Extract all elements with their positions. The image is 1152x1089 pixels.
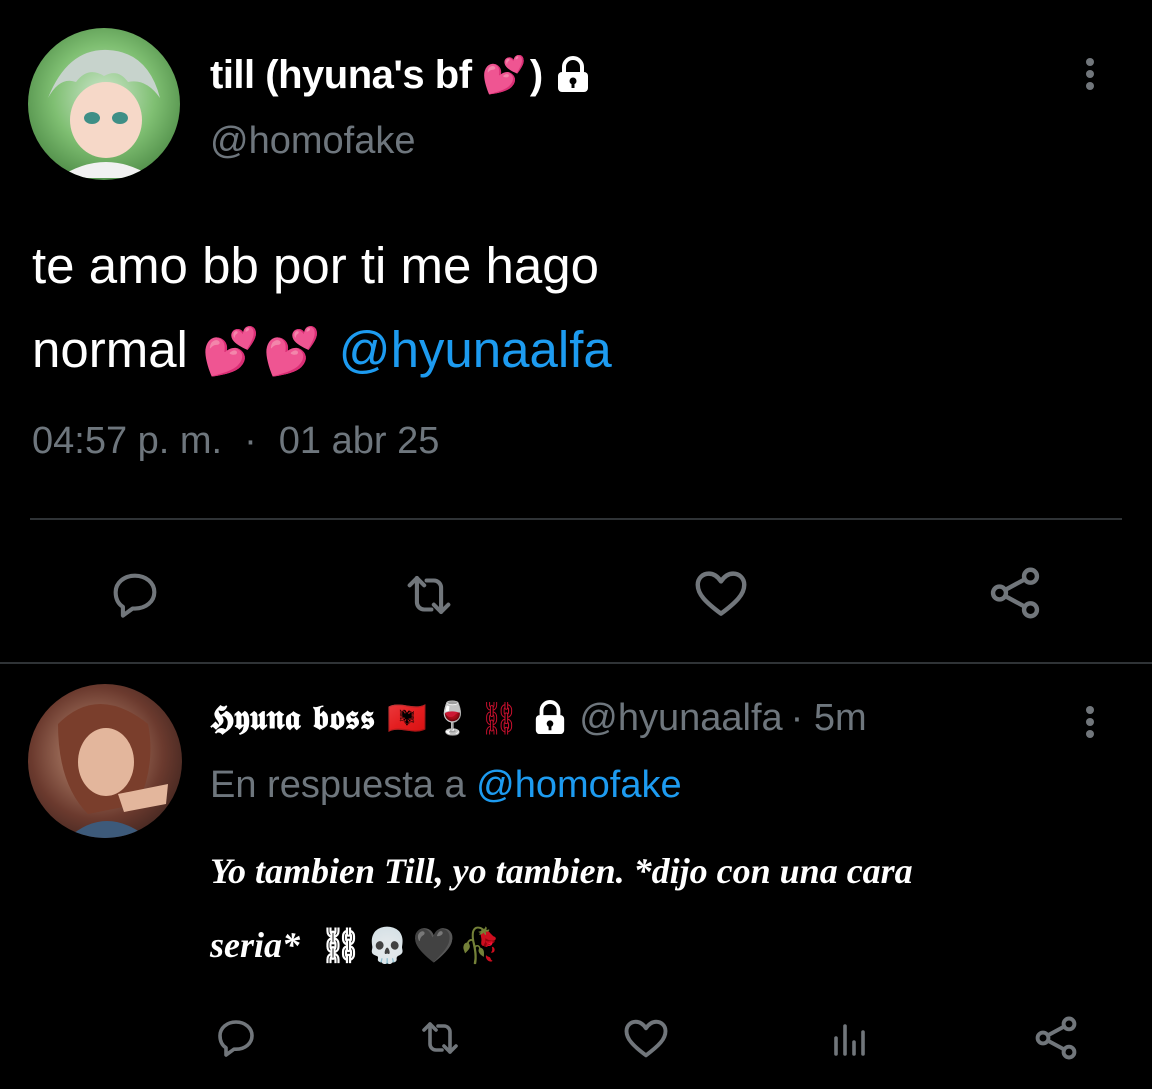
reply-handle[interactable]: @hyunaalfa: [579, 697, 782, 740]
like-icon[interactable]: [690, 562, 752, 624]
reply-display-name[interactable]: 𝕳𝖞𝖚𝖓𝖆 𝖇𝖔𝖘𝖘: [210, 698, 375, 738]
reply-icon[interactable]: [212, 1014, 260, 1062]
retweet-icon[interactable]: [414, 1014, 466, 1062]
reply-time[interactable]: · 5m: [791, 697, 867, 740]
replying-to-label: En respuesta a: [210, 764, 466, 806]
section-divider: [0, 662, 1152, 664]
more-icon[interactable]: [1078, 702, 1102, 742]
divider: [30, 518, 1122, 520]
tweet-text: te amo bb por ti me hago normal 💕💕 @hyun…: [32, 224, 612, 393]
replying-to: En respuesta a @homofake: [210, 764, 682, 807]
like-icon[interactable]: [620, 1012, 672, 1064]
separator-dot: ·: [244, 420, 257, 462]
reply-name-emojis: 🇦🇱🍷⛓: [386, 699, 526, 737]
retweet-icon[interactable]: [398, 566, 460, 624]
tweet-text-line2: normal 💕💕 @hyunaalfa: [32, 308, 612, 393]
reply-header: 𝕳𝖞𝖚𝖓𝖆 𝖇𝖔𝖘𝖘 🇦🇱🍷⛓ @hyunaalfa · 5m: [210, 694, 867, 742]
avatar[interactable]: [28, 28, 180, 180]
heart-emoji: 💕: [481, 55, 527, 96]
share-icon[interactable]: [1030, 1012, 1082, 1064]
analytics-icon[interactable]: [826, 1014, 874, 1062]
more-icon[interactable]: [1078, 54, 1102, 94]
timestamp[interactable]: 04:57 p. m. · 01 abr 25: [32, 420, 439, 463]
reply-text-line1: Yo tambien Till, yo tambien. *dijo con u…: [210, 851, 913, 891]
lock-icon: [533, 700, 567, 736]
reply-text: Yo tambien Till, yo tambien. *dijo con u…: [210, 834, 913, 983]
time: 04:57 p. m.: [32, 420, 223, 462]
lock-icon: [555, 56, 591, 94]
hearts-emoji: 💕💕: [202, 324, 325, 378]
mention-link[interactable]: @hyunaalfa: [339, 321, 612, 378]
display-name[interactable]: till (hyuna's bf 💕 ): [210, 50, 591, 100]
reply-text-emojis: ⛓💀🖤🥀: [319, 926, 506, 966]
display-name-close: ): [529, 52, 543, 97]
reply-icon[interactable]: [106, 566, 164, 624]
display-name-text: till (hyuna's bf: [210, 52, 472, 97]
tweet-text-line1: te amo bb por ti me hago: [32, 237, 600, 294]
share-icon[interactable]: [984, 562, 1046, 624]
reply-text-line2: seria* ⛓💀🖤🥀: [210, 908, 913, 983]
date: 01 abr 25: [278, 420, 440, 462]
reply-avatar[interactable]: [28, 684, 182, 838]
handle[interactable]: @homofake: [210, 120, 415, 163]
replying-to-link[interactable]: @homofake: [476, 764, 681, 806]
tweet-text-word: normal: [32, 321, 188, 378]
reply-text-word: seria*: [210, 925, 300, 965]
